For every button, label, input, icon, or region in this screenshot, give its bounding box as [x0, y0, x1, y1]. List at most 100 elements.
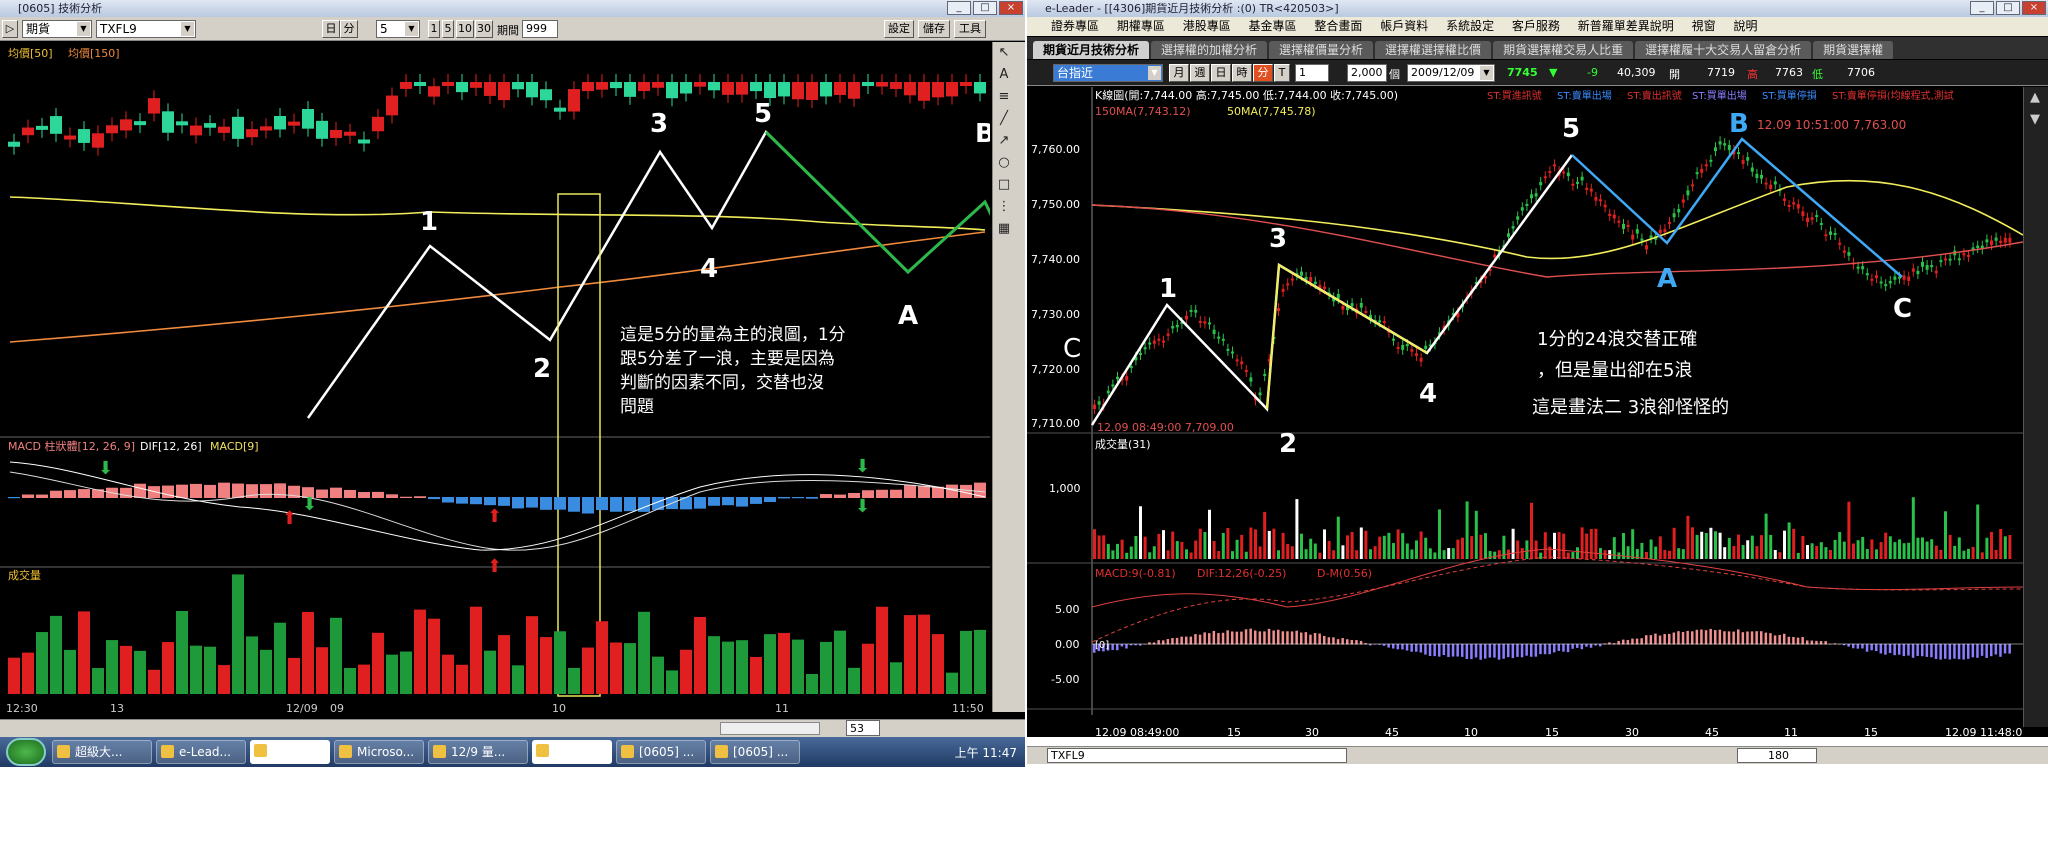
close-button[interactable]: × [999, 1, 1023, 15]
menu-item[interactable]: 系統設定 [1446, 19, 1494, 33]
macd-bar [1244, 629, 1248, 645]
scroll-thumb[interactable] [720, 722, 820, 735]
num-button-5[interactable]: 5 [442, 20, 454, 38]
left-scrollbar[interactable]: 53 [0, 719, 1025, 737]
period-day[interactable]: 日 [1211, 64, 1231, 82]
pointer-icon[interactable]: ↖ [993, 42, 1015, 64]
tab[interactable]: 期貨選擇權交易人比重 [1493, 41, 1634, 59]
minimize-button[interactable]: _ [1970, 1, 1994, 15]
menu-item[interactable]: 證券專區 [1051, 19, 1099, 33]
symbol-select[interactable]: TXFL9 [96, 20, 196, 38]
macd-bar [1405, 644, 1409, 651]
candle-body [1709, 159, 1713, 162]
macd-bar [1566, 644, 1570, 653]
symbol-select[interactable]: 台指近 [1053, 64, 1163, 82]
market-select[interactable]: 期貨 [22, 20, 92, 38]
circle-icon[interactable]: ○ [993, 152, 1015, 174]
right-chart-area[interactable]: K線圖(開:7,744.00 高:7,745.00 低:7,744.00 收:7… [1027, 87, 2023, 737]
candle-body [1760, 174, 1763, 179]
volume-bar [358, 664, 370, 694]
candle-body [1217, 336, 1221, 339]
period-hour[interactable]: 時 [1232, 64, 1252, 82]
left-chart-area[interactable]: 1 2 3 4 5 A B 這是5分的量為主的浪圖，1分 跟5分差了一浪，主要是… [0, 42, 990, 716]
scroll-down-icon[interactable]: ▼ [2024, 109, 2046, 131]
menu-item[interactable]: 基金專區 [1249, 19, 1297, 33]
maximize-button[interactable]: □ [973, 1, 997, 15]
menu-item[interactable]: 港股專區 [1183, 19, 1231, 33]
menu-item[interactable]: 新普羅單差異說明 [1578, 19, 1674, 33]
scroll-up-icon[interactable]: ▲ [2024, 87, 2046, 109]
macd-bar [1585, 644, 1588, 647]
line-icon[interactable]: ╱ [993, 108, 1015, 130]
period-week[interactable]: 週 [1190, 64, 1210, 82]
settings-button[interactable]: 設定 [884, 20, 914, 38]
taskbar-item-blank[interactable] [250, 740, 330, 764]
count-input[interactable]: 2,000 [1347, 64, 1387, 82]
candle-body [274, 115, 286, 130]
maximize-button[interactable]: □ [1996, 1, 2020, 15]
menu-item[interactable]: 帳戶資料 [1380, 19, 1428, 33]
period-input[interactable]: 999 [522, 20, 558, 38]
candle-body [1401, 344, 1405, 350]
status-symbol[interactable]: TXFL9 [1047, 748, 1347, 763]
close-button[interactable]: × [2022, 1, 2046, 15]
menu-item[interactable]: 客戶服務 [1512, 19, 1560, 33]
start-button[interactable] [6, 738, 46, 766]
status-value[interactable]: 180 [1737, 748, 1817, 763]
minute-button[interactable]: 分 [340, 20, 358, 38]
volume-bar [1838, 532, 1842, 559]
volume-bar [862, 643, 874, 694]
taskbar-item[interactable]: Microso... [334, 740, 424, 764]
nav-icon[interactable]: ▷ [2, 20, 18, 38]
interval-input[interactable]: 1 [1295, 64, 1329, 82]
num-button-10[interactable]: 10 [456, 20, 474, 38]
taskbar-item[interactable]: [0605] ... [616, 740, 706, 764]
scroll-value[interactable]: 53 [846, 720, 880, 736]
menu-item[interactable]: 期權專區 [1117, 19, 1165, 33]
menu-item[interactable]: 說明 [1733, 19, 1757, 33]
macd-bar [834, 494, 846, 498]
save-button[interactable]: 儲存 [918, 20, 950, 38]
num-button-1[interactable]: 1 [428, 20, 440, 38]
volume-bar [1516, 540, 1520, 559]
day-button[interactable]: 日 [322, 20, 340, 38]
volume-bar [1870, 539, 1874, 559]
hline-icon[interactable]: ≡ [993, 86, 1015, 108]
taskbar-item[interactable]: 超級大... [52, 740, 152, 764]
taskbar-item[interactable]: 12/9 量... [428, 740, 528, 764]
date-select[interactable]: 2009/12/09 [1407, 64, 1495, 82]
rect-icon[interactable]: □ [993, 174, 1015, 196]
ray-icon[interactable]: ↗ [993, 130, 1015, 152]
period-month[interactable]: 月 [1169, 64, 1189, 82]
y-tick: 7,760.00 [1031, 143, 1080, 156]
tools-button[interactable]: 工具 [954, 20, 986, 38]
macd-bar [512, 497, 524, 509]
num-button-30[interactable]: 30 [475, 20, 493, 38]
period-select[interactable]: 5 [376, 20, 420, 38]
taskbar-item-blank[interactable] [532, 740, 612, 764]
volume-bar [1980, 552, 1984, 559]
menu-item[interactable]: 視窗 [1692, 19, 1716, 33]
tab-futures-tech[interactable]: 期貨近月技術分析 [1033, 41, 1150, 59]
taskbar-item[interactable]: e-Lead... [156, 740, 246, 764]
tab[interactable]: 選擇權的加權分析 [1151, 41, 1268, 59]
volume-bar [1277, 550, 1280, 559]
volume-bar [1143, 536, 1147, 559]
macd-bar [1640, 638, 1643, 645]
text-icon[interactable]: A [993, 64, 1015, 86]
macd-bar [1980, 644, 1984, 656]
fib-icon[interactable]: ⋮ [993, 196, 1015, 218]
candle-body [1769, 184, 1773, 189]
kline-header: K線圖(開:7,744.00 高:7,745.00 低:7,744.00 收:7… [1095, 88, 1398, 102]
tab[interactable]: 選擇權履十大交易人留倉分析 [1635, 41, 1812, 59]
menu-item[interactable]: 整合畫面 [1314, 19, 1362, 33]
tab[interactable]: 選擇權選擇權比價 [1375, 41, 1492, 59]
taskbar-item[interactable]: [0605] ... [710, 740, 800, 764]
period-minute[interactable]: 分 [1253, 64, 1273, 82]
macd-bar [1392, 644, 1395, 649]
tab[interactable]: 選擇權價量分析 [1269, 41, 1374, 59]
tab[interactable]: 期貨選擇權 [1813, 41, 1894, 59]
minimize-button[interactable]: _ [947, 1, 971, 15]
period-tick[interactable]: T [1274, 64, 1290, 82]
grid-icon[interactable]: ▦ [993, 218, 1015, 240]
